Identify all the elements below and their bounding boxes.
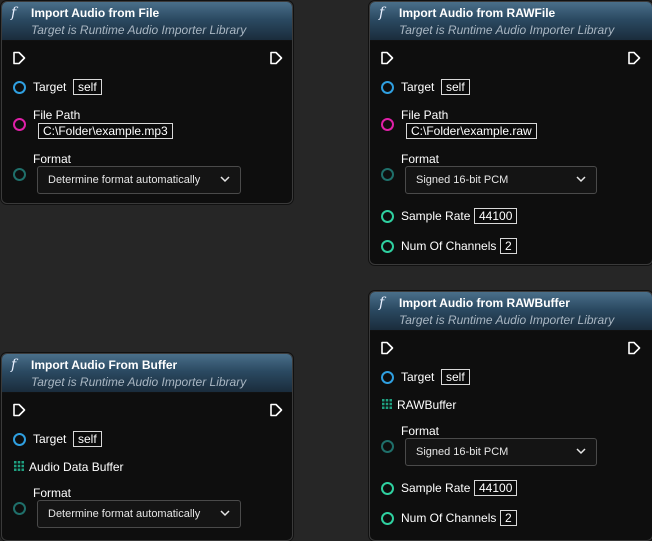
chevron-down-icon <box>576 446 586 456</box>
node-title: Import Audio from RAWBuffer <box>399 296 570 310</box>
sample-rate-pin-icon[interactable] <box>381 482 394 495</box>
target-value[interactable]: self <box>73 431 102 447</box>
node-header[interactable]: f Import Audio from RAWBuffer Target is … <box>370 292 652 331</box>
chevron-down-icon <box>576 174 586 184</box>
function-icon: f <box>379 5 385 21</box>
format-pin-icon[interactable] <box>13 168 26 181</box>
target-label: Target <box>33 80 67 94</box>
num-channels-pin-icon[interactable] <box>381 240 394 253</box>
node-subtitle: Target is Runtime Audio Importer Library <box>31 375 247 389</box>
file-path-input[interactable]: C:\Folder\example.mp3 <box>38 123 173 139</box>
num-channels-input[interactable]: 2 <box>500 238 517 254</box>
target-label: Target <box>33 432 67 446</box>
node-title: Import Audio from File <box>31 6 160 20</box>
node-header[interactable]: f Import Audio from File Target is Runti… <box>2 2 292 41</box>
file-path-pin-icon[interactable] <box>381 118 394 131</box>
exec-out-pin-icon[interactable] <box>627 341 641 355</box>
exec-in-pin-icon[interactable] <box>380 51 394 65</box>
num-channels-label: Num Of Channels <box>401 239 497 253</box>
exec-out-pin-icon[interactable] <box>269 51 283 65</box>
file-path-input[interactable]: C:\Folder\example.raw <box>406 123 537 139</box>
node-subtitle: Target is Runtime Audio Importer Library <box>31 23 247 37</box>
format-dropdown[interactable]: Determine format automatically <box>37 166 241 194</box>
target-pin-icon[interactable] <box>13 81 26 94</box>
exec-out-pin-icon[interactable] <box>627 51 641 65</box>
exec-in-pin-icon[interactable] <box>12 51 26 65</box>
sample-rate-input[interactable]: 44100 <box>474 480 518 496</box>
target-label: Target <box>401 80 435 94</box>
target-pin-icon[interactable] <box>13 433 26 446</box>
file-path-label: File Path <box>401 108 449 122</box>
node-subtitle: Target is Runtime Audio Importer Library <box>399 23 615 37</box>
format-label: Format <box>33 152 72 166</box>
node-subtitle: Target is Runtime Audio Importer Library <box>399 313 615 327</box>
file-path-pin-icon[interactable] <box>13 118 26 131</box>
format-dropdown[interactable]: Determine format automatically <box>37 500 241 528</box>
target-label: Target <box>401 370 435 384</box>
target-pin-icon[interactable] <box>381 81 394 94</box>
chevron-down-icon <box>220 508 230 518</box>
sample-rate-pin-icon[interactable] <box>381 210 394 223</box>
node-title: Import Audio From Buffer <box>31 358 178 372</box>
format-dropdown-value: Signed 16-bit PCM <box>416 174 509 186</box>
function-icon: f <box>11 5 17 21</box>
node-header[interactable]: f Import Audio from RAWFile Target is Ru… <box>370 2 652 41</box>
node-import-audio-from-rawfile[interactable]: f Import Audio from RAWFile Target is Ru… <box>369 1 652 265</box>
function-icon: f <box>11 357 17 373</box>
format-label: Format <box>401 424 440 438</box>
target-value[interactable]: self <box>441 369 470 385</box>
format-dropdown-value: Signed 16-bit PCM <box>416 446 509 458</box>
array-grid-icon[interactable] <box>14 461 24 471</box>
exec-out-pin-icon[interactable] <box>269 403 283 417</box>
node-import-audio-from-buffer[interactable]: f Import Audio From Buffer Target is Run… <box>1 353 293 541</box>
array-grid-icon[interactable] <box>382 399 392 409</box>
node-title: Import Audio from RAWFile <box>399 6 556 20</box>
format-pin-icon[interactable] <box>381 168 394 181</box>
format-dropdown[interactable]: Signed 16-bit PCM <box>405 166 597 194</box>
format-pin-icon[interactable] <box>13 502 26 515</box>
exec-in-pin-icon[interactable] <box>380 341 394 355</box>
format-dropdown-value: Determine format automatically <box>48 508 201 520</box>
node-header[interactable]: f Import Audio From Buffer Target is Run… <box>2 354 292 393</box>
sample-rate-label: Sample Rate <box>401 209 471 223</box>
audio-data-buffer-label: Audio Data Buffer <box>29 460 124 474</box>
num-channels-label: Num Of Channels <box>401 511 497 525</box>
target-value[interactable]: self <box>441 79 470 95</box>
target-pin-icon[interactable] <box>381 371 394 384</box>
format-pin-icon[interactable] <box>381 440 394 453</box>
num-channels-input[interactable]: 2 <box>500 510 517 526</box>
file-path-label: File Path <box>33 108 81 122</box>
format-label: Format <box>33 486 72 500</box>
node-import-audio-from-file[interactable]: f Import Audio from File Target is Runti… <box>1 1 293 204</box>
rawbuffer-label: RAWBuffer <box>397 398 457 412</box>
format-dropdown-value: Determine format automatically <box>48 174 201 186</box>
sample-rate-input[interactable]: 44100 <box>474 208 518 224</box>
exec-in-pin-icon[interactable] <box>12 403 26 417</box>
target-value[interactable]: self <box>73 79 102 95</box>
sample-rate-label: Sample Rate <box>401 481 471 495</box>
format-label: Format <box>401 152 440 166</box>
num-channels-pin-icon[interactable] <box>381 512 394 525</box>
function-icon: f <box>379 295 385 311</box>
node-import-audio-from-rawbuffer[interactable]: f Import Audio from RAWBuffer Target is … <box>369 291 652 541</box>
format-dropdown[interactable]: Signed 16-bit PCM <box>405 438 597 466</box>
chevron-down-icon <box>220 174 230 184</box>
